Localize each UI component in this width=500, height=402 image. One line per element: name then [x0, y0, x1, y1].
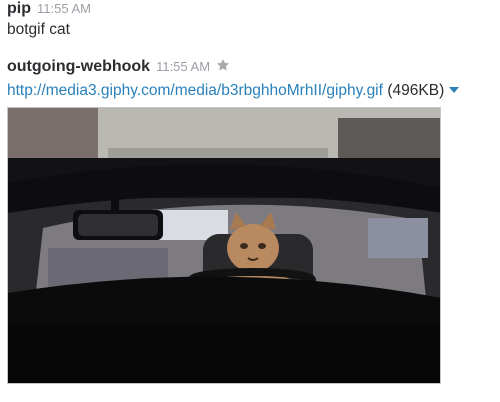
- timestamp[interactable]: 11:55 AM: [37, 1, 91, 16]
- caret-down-icon[interactable]: [449, 80, 460, 98]
- sender-name[interactable]: outgoing-webhook: [7, 58, 150, 75]
- message-text: botgif cat: [7, 21, 70, 38]
- message-attachment-line: http://media3.giphy.com/media/b3rbghhoMr…: [7, 80, 460, 100]
- star-icon[interactable]: [216, 58, 230, 77]
- message-header: outgoing-webhook 11:55 AM: [7, 58, 230, 77]
- sender-name[interactable]: pip: [7, 0, 31, 17]
- gif-preview-image[interactable]: [7, 107, 441, 384]
- file-size: (496KB): [387, 82, 445, 99]
- timestamp[interactable]: 11:55 AM: [156, 59, 210, 74]
- attachment-link[interactable]: http://media3.giphy.com/media/b3rbghhoMr…: [7, 82, 383, 99]
- message-header: pip 11:55 AM: [7, 0, 91, 18]
